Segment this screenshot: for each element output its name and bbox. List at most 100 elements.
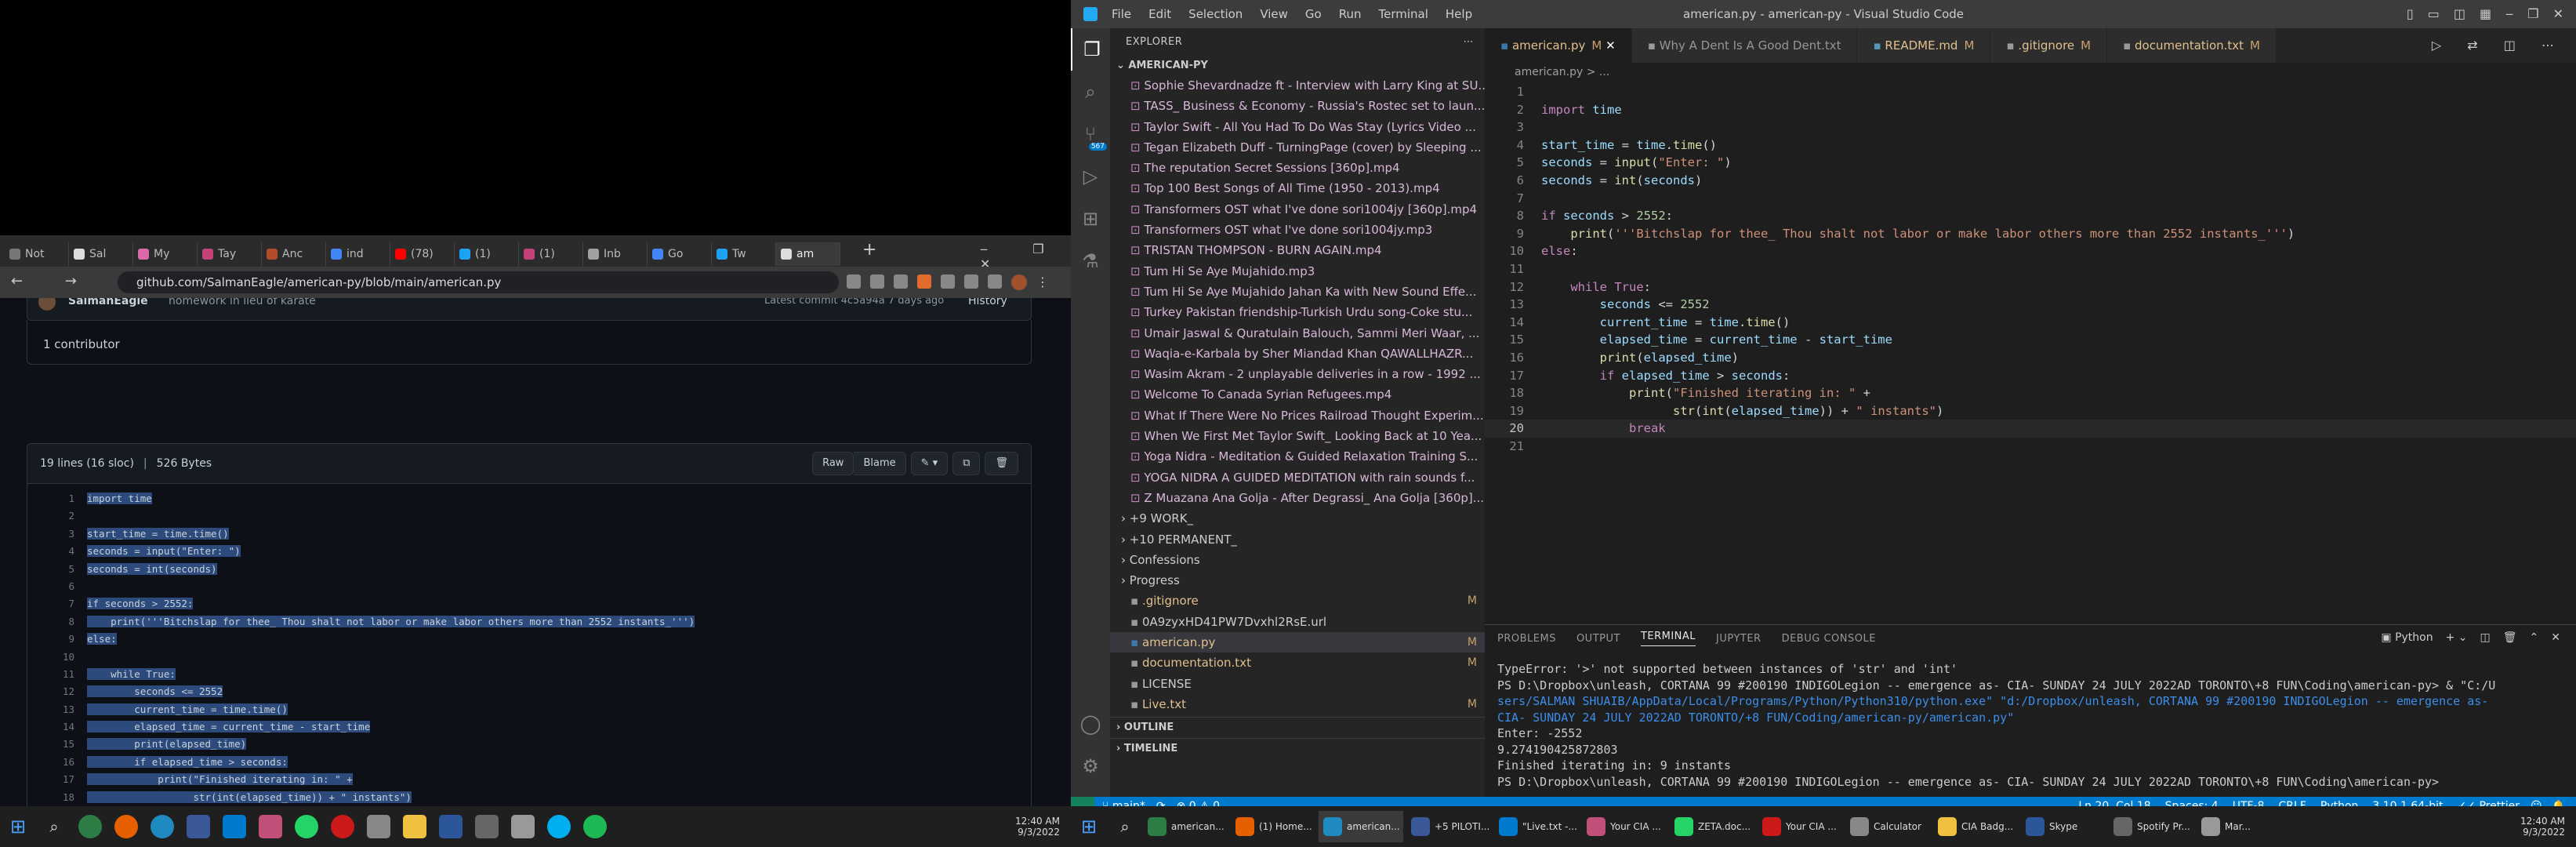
explorer-icon[interactable]: ❐ xyxy=(1071,28,1112,71)
commit-author[interactable]: SalmanEagle xyxy=(68,298,148,307)
browser-tab[interactable]: Inb xyxy=(583,242,648,266)
zoom-icon[interactable] xyxy=(847,274,861,289)
browser-tab[interactable]: My xyxy=(133,242,198,266)
edit-icon[interactable]: ✎ ▾ xyxy=(910,452,949,475)
file-item[interactable]: ▪ Live.txt M xyxy=(1110,694,1485,714)
sidebar-icon[interactable] xyxy=(988,274,1002,289)
app-icon[interactable] xyxy=(187,815,210,838)
file-item[interactable]: ⊡ Waqia-e-Karbala by Sher Miandad Khan Q… xyxy=(1110,344,1485,364)
tab--gitignore[interactable]: ▪ .gitignore M xyxy=(1990,28,2108,63)
file-item[interactable]: ⊡ Taylor Swift - All You Had To Do Was S… xyxy=(1110,117,1485,137)
browser-tab[interactable]: Sal xyxy=(69,242,133,266)
bookmark-icon[interactable] xyxy=(894,274,908,289)
gear-icon[interactable]: ⚙ xyxy=(1071,745,1110,787)
calculator-icon[interactable] xyxy=(475,815,499,838)
browser-tab[interactable]: (1) xyxy=(519,242,583,266)
browser-tab[interactable]: Not xyxy=(5,242,69,266)
file-item[interactable]: ⊡ Tum Hi Se Aye Mujahido Jahan Ka with N… xyxy=(1110,282,1485,302)
chrome-icon[interactable] xyxy=(78,815,102,838)
file-item[interactable]: ⊡ What If There Were No Prices Railroad … xyxy=(1110,405,1485,426)
search-icon[interactable]: ⌕ xyxy=(1071,71,1110,113)
new-tab-icon[interactable]: + xyxy=(862,240,876,260)
maximize-icon[interactable]: ❐ xyxy=(2527,6,2538,21)
line-number[interactable]: 14 xyxy=(27,718,87,736)
app-icon[interactable] xyxy=(259,815,282,838)
line-number[interactable]: 7 xyxy=(27,595,87,613)
menu-file[interactable]: File xyxy=(1112,7,1131,21)
line-number[interactable]: 16 xyxy=(27,754,87,771)
history-link[interactable]: History xyxy=(968,298,1007,307)
split-terminal-icon[interactable]: ◫ xyxy=(2480,631,2491,644)
file-item[interactable]: ⊡ Welcome To Canada Syrian Refugees.mp4 xyxy=(1110,384,1485,405)
breadcrumb[interactable]: american.py > ... xyxy=(1485,63,2576,82)
folder-icon[interactable] xyxy=(403,815,426,838)
menu-go[interactable]: Go xyxy=(1305,7,1322,21)
file-item[interactable]: ▪ LICENSE xyxy=(1110,674,1485,694)
browser-tab[interactable]: Anc xyxy=(262,242,326,266)
terminal-output[interactable]: TypeError: '>' not supported between ins… xyxy=(1485,652,2540,790)
file-item[interactable]: ▪ 0A9zyxHD41PW7Dvxhl2RsE.url xyxy=(1110,612,1485,632)
taskbar-app[interactable]: +5 PILOTI... xyxy=(1406,811,1491,842)
layout-icon[interactable]: ▭ xyxy=(2428,6,2440,21)
taskbar-app[interactable]: american... xyxy=(1319,811,1403,842)
taskbar-app[interactable]: Mar... xyxy=(2197,811,2281,842)
menu-run[interactable]: Run xyxy=(1339,7,1362,21)
blame-button[interactable]: Blame xyxy=(854,452,906,475)
run-debug-icon[interactable]: ▷ xyxy=(1071,155,1110,198)
file-item[interactable]: ⊡ TASS_ Business & Economy - Russia's Ro… xyxy=(1110,96,1485,116)
folder-item[interactable]: › Confessions xyxy=(1110,550,1485,570)
line-number[interactable]: 11 xyxy=(27,666,87,683)
panel-tab-problems[interactable]: PROBLEMS xyxy=(1497,633,1556,645)
file-item[interactable]: ⊡ Transformers OST what I've done sori10… xyxy=(1110,220,1485,240)
firefox-icon[interactable] xyxy=(114,815,138,838)
folder-item[interactable]: › +10 PERMANENT_ xyxy=(1110,529,1485,550)
taskbar-app[interactable]: Your CIA ... xyxy=(1582,811,1667,842)
line-number[interactable]: 9 xyxy=(27,631,87,648)
line-number[interactable]: 13 xyxy=(27,701,87,718)
browser-tab[interactable]: (78) xyxy=(390,242,455,266)
file-item[interactable]: ⊡ Z Muazana Ana Golja - After Degrassi_ … xyxy=(1110,488,1485,508)
layout-icon[interactable]: ▯ xyxy=(2407,6,2414,21)
clock[interactable]: 12:40 AM 9/3/2022 xyxy=(2520,816,2565,838)
panel-tab-jupyter[interactable]: JUPYTER xyxy=(1716,633,1761,645)
taskbar-app[interactable]: ZETA.doc... xyxy=(1670,811,1754,842)
browser-tab[interactable]: Tw xyxy=(712,242,776,266)
taskbar-app[interactable]: american... xyxy=(1143,811,1228,842)
trash-icon[interactable]: 🗑 xyxy=(2503,631,2517,644)
account-icon[interactable]: ◯ xyxy=(1071,703,1110,745)
panel-tab-output[interactable]: OUTPUT xyxy=(1576,633,1620,645)
share-icon[interactable] xyxy=(870,274,884,289)
word-icon[interactable] xyxy=(439,815,463,838)
timeline-section[interactable]: › TIMELINE xyxy=(1110,738,1485,759)
folder-header[interactable]: ⌄ AMERICAN-PY xyxy=(1110,56,1485,75)
skype-icon[interactable] xyxy=(547,815,571,838)
line-number[interactable]: 3 xyxy=(27,525,87,543)
tab-why-a-dent-is-a-good-dent-txt[interactable]: ▪ Why A Dent Is A Good Dent.txt xyxy=(1631,28,1858,63)
line-number[interactable]: 5 xyxy=(27,561,87,578)
line-number[interactable]: 10 xyxy=(27,649,87,666)
file-item[interactable]: ⊡ Tegan Elizabeth Duff - TurningPage (co… xyxy=(1110,137,1485,158)
file-item[interactable]: ⊡ Turkey Pakistan friendship-Turkish Urd… xyxy=(1110,302,1485,322)
close-icon[interactable]: ✕ xyxy=(1602,38,1616,53)
code-editor[interactable]: 1 2 import time 3 4 start_time = time.time() 5… xyxy=(1485,82,2576,455)
tab-documentation-txt[interactable]: ▪ documentation.txt M xyxy=(2107,28,2277,63)
testing-icon[interactable]: ⚗ xyxy=(1071,240,1110,282)
contributors-count[interactable]: 1 contributor xyxy=(43,337,120,351)
browser-tab[interactable]: (1) xyxy=(455,242,519,266)
app-icon[interactable] xyxy=(511,815,535,838)
opera-icon[interactable] xyxy=(331,815,354,838)
commit-message[interactable]: homework in lieu of karate xyxy=(169,298,316,307)
minimize-icon[interactable]: ‒ xyxy=(2505,6,2513,21)
reading-list-icon[interactable] xyxy=(964,274,978,289)
layout-icon[interactable]: ◫ xyxy=(2454,6,2465,21)
line-number[interactable]: 1 xyxy=(27,490,87,507)
menu-edit[interactable]: Edit xyxy=(1148,7,1171,21)
line-number[interactable]: 15 xyxy=(27,736,87,753)
taskbar-app[interactable]: "Live.txt -... xyxy=(1494,811,1579,842)
line-number[interactable]: 6 xyxy=(27,578,87,595)
line-number[interactable]: 2 xyxy=(27,507,87,525)
file-item[interactable]: ▪ .gitignore M xyxy=(1110,591,1485,611)
metamask-icon[interactable] xyxy=(917,274,931,289)
browser-tab[interactable]: Go xyxy=(648,242,712,266)
editor-actions[interactable]: ▷ ⇄ ◫ ⋯ xyxy=(2432,38,2565,53)
